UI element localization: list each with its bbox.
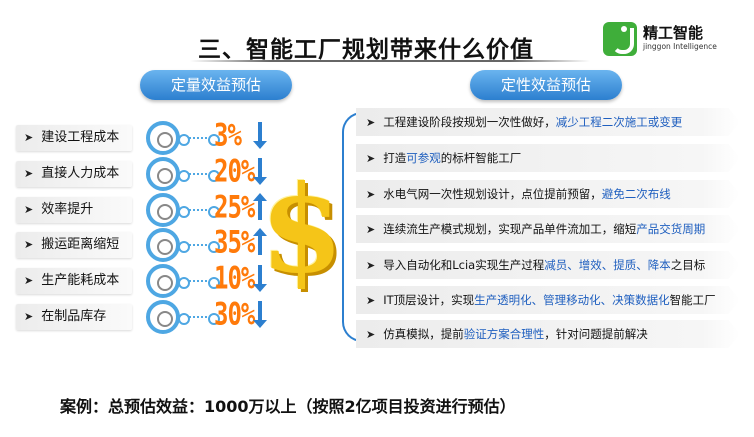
- title-underline: [190, 60, 590, 62]
- right-item-text: 的标杆智能工厂: [440, 151, 522, 165]
- arrow-right-icon: ➤: [24, 238, 34, 251]
- right-item-text: 之目标: [670, 258, 706, 272]
- percent-value: 25%: [214, 188, 255, 226]
- right-item-text: 导入自动化和Lcia实现生产过程: [383, 258, 545, 272]
- right-item-text: 仿真模拟，提前: [383, 327, 464, 341]
- connector: [178, 134, 220, 146]
- logo-mark-icon: [603, 22, 637, 56]
- logo-name-en: jinggon Intelligence: [643, 42, 717, 51]
- left-item-label: 效率提升: [41, 202, 94, 217]
- gauge-icon: [146, 228, 180, 262]
- right-item-highlight: 验证方案合理性: [463, 327, 545, 341]
- left-item-4: ➤ 搬运距离缩短: [16, 232, 132, 258]
- gauge-icon: [146, 264, 180, 298]
- arrow-right-icon: ➤: [366, 259, 376, 272]
- left-item-6: ➤ 在制品库存: [16, 304, 132, 330]
- connector: [178, 313, 220, 325]
- left-item-label: 直接人力成本: [41, 166, 120, 181]
- right-item-text: 打造: [383, 151, 407, 165]
- arrow-right-icon: ➤: [366, 188, 376, 201]
- percent-value: 20%: [214, 152, 255, 190]
- right-item-1: ➤ 工程建设阶段按规划一次性做好，减少工程二次施工或变更: [356, 108, 740, 136]
- arrow-right-icon: ➤: [366, 294, 376, 307]
- right-item-text: 水电气网一次性规划设计，点位提前预留，: [383, 187, 602, 201]
- right-item-5: ➤ 导入自动化和Lcia实现生产过程减员、增效、提质、降本之目标: [356, 251, 740, 279]
- right-item-6: ➤ IT顶层设计，实现生产透明化、管理移动化、决策数据化智能工厂: [356, 286, 740, 314]
- right-item-text: ，针对问题提前解决: [544, 327, 648, 341]
- connector: [178, 206, 220, 218]
- connector: [178, 241, 220, 253]
- logo: 精工智能 jinggon Intelligence: [603, 22, 748, 62]
- percent-value: 10%: [214, 259, 255, 297]
- arrow-right-icon: ➤: [24, 203, 34, 216]
- right-item-text: 工程建设阶段按规划一次性做好，: [383, 115, 556, 129]
- arrow-right-icon: ➤: [24, 274, 34, 287]
- arrow-right-icon: ➤: [366, 116, 376, 129]
- arrow-right-icon: ➤: [24, 131, 34, 144]
- left-item-2: ➤ 直接人力成本: [16, 161, 132, 187]
- left-item-label: 在制品库存: [41, 309, 107, 324]
- case-summary: 案例：总预估效益：1000万以上（按照2亿项目投资进行预估）: [60, 397, 516, 416]
- gauge-icon: [146, 193, 180, 227]
- left-item-1: ➤ 建设工程成本: [16, 125, 132, 151]
- arrow-right-icon: ➤: [366, 223, 376, 236]
- gauge-icon: [146, 121, 180, 155]
- down-arrow-icon: [253, 301, 267, 328]
- down-arrow-icon: [253, 122, 267, 149]
- right-item-highlight: 减员、增效、提质、降本: [544, 258, 671, 272]
- connector: [178, 277, 220, 289]
- dollar-sign-icon: $: [260, 159, 344, 300]
- gauge-icon: [146, 300, 180, 334]
- gauge-icon: [146, 157, 180, 191]
- left-item-label: 建设工程成本: [41, 130, 120, 145]
- right-item-highlight: 避免二次布线: [601, 187, 671, 201]
- percent-value: 35%: [214, 223, 255, 261]
- right-item-4: ➤ 连续流生产模式规划，实现产品单件流加工，缩短产品交货周期: [356, 215, 740, 243]
- right-item-highlight: 生产透明化、管理移动化、决策数据化: [474, 293, 670, 307]
- right-item-highlight: 可参观: [406, 151, 441, 165]
- page-title: 三、智能工厂规划带来什么价值: [198, 37, 534, 63]
- quantitative-header: 定量效益预估: [140, 70, 292, 100]
- left-item-3: ➤ 效率提升: [16, 197, 132, 223]
- arrow-right-icon: ➤: [366, 328, 376, 341]
- right-item-text: IT顶层设计，实现: [383, 293, 475, 307]
- left-item-5: ➤ 生产能耗成本: [16, 268, 132, 294]
- arrow-right-icon: ➤: [24, 310, 34, 323]
- qualitative-header: 定性效益预估: [470, 70, 622, 100]
- right-item-3: ➤ 水电气网一次性规划设计，点位提前预留，避免二次布线: [356, 180, 740, 208]
- right-item-highlight: 产品交货周期: [636, 222, 706, 236]
- logo-name-cn: 精工智能: [643, 24, 704, 42]
- left-item-label: 生产能耗成本: [41, 273, 120, 288]
- right-item-2: ➤ 打造可参观的标杆智能工厂: [356, 144, 740, 172]
- left-item-label: 搬运距离缩短: [41, 237, 120, 252]
- arrow-right-icon: ➤: [24, 167, 34, 180]
- right-item-7: ➤ 仿真模拟，提前验证方案合理性，针对问题提前解决: [356, 320, 740, 348]
- arrow-right-icon: ➤: [366, 152, 376, 165]
- right-item-text: 连续流生产模式规划，实现产品单件流加工，缩短: [383, 222, 637, 236]
- right-item-text: 智能工厂: [669, 293, 716, 307]
- connector: [178, 170, 220, 182]
- percent-value: 30%: [214, 295, 255, 333]
- right-item-highlight: 减少工程二次施工或变更: [555, 115, 683, 129]
- percent-value: 3%: [214, 116, 242, 154]
